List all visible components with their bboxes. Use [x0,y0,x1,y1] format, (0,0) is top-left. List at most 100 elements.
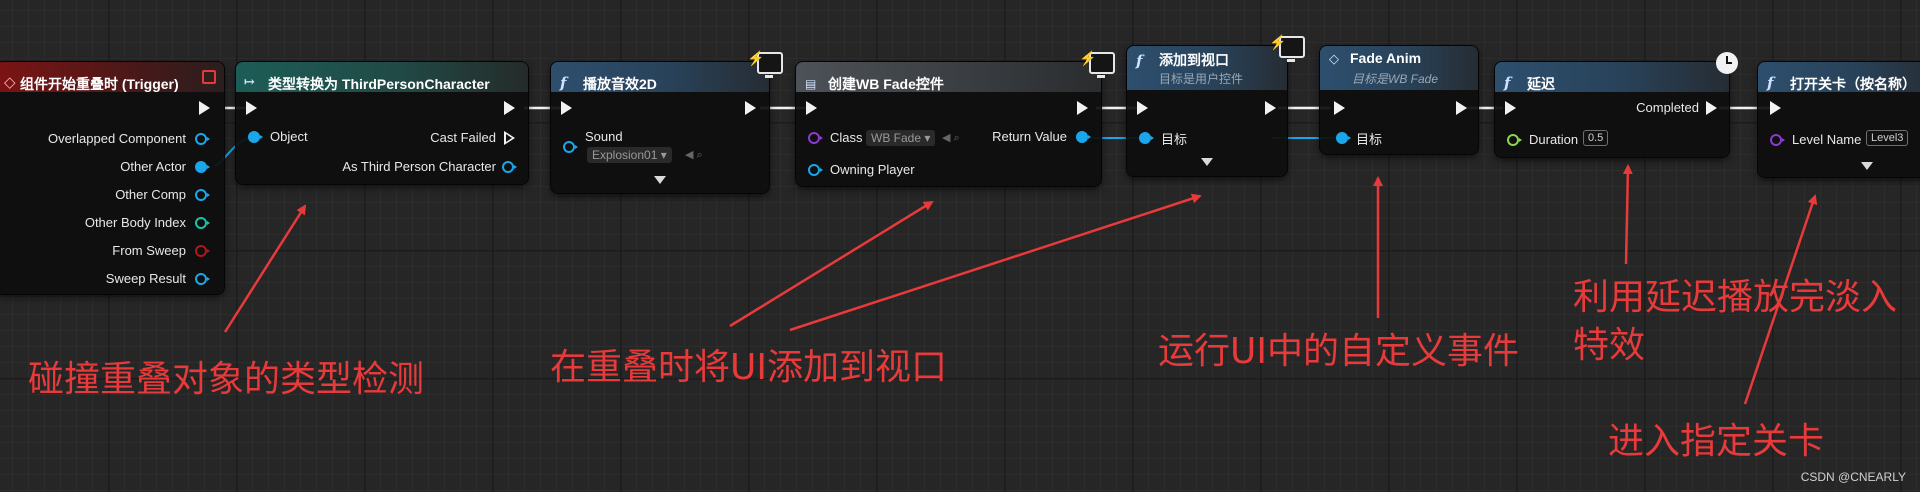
cast-icon: ↦ [244,75,255,90]
open-level-node[interactable]: f 打开关卡（按名称） Level Name Level3 [1758,62,1920,177]
cast-header[interactable]: ↦ 类型转换为 ThirdPersonCharacter [236,62,528,92]
exec-in-pin[interactable] [561,101,572,115]
pin-label: Other Body Index [84,215,186,230]
play-sound-header[interactable]: f 播放音效2D [551,62,769,92]
create-widget-node[interactable]: ▤ 创建WB Fade控件 Class WB Fade ▾ ◀ ⌕ Return… [796,62,1101,186]
class-dropdown[interactable]: WB Fade ▾ [866,130,936,146]
cast-node[interactable]: ↦ 类型转换为 ThirdPersonCharacter Object Cast… [236,62,528,184]
fade-anim-node[interactable]: ◇ Fade Anim 目标是WB Fade 目标 [1320,46,1478,154]
cast-failed-label: Cast Failed [430,130,496,145]
add-to-viewport-title: 添加到视口 [1159,52,1229,68]
duration-label: Duration [1529,132,1579,147]
exec-out-pin[interactable] [1456,101,1467,115]
browse-class-icon[interactable]: ◀ ⌕ [942,131,960,145]
open-level-title: 打开关卡（按名称） [1790,76,1916,92]
other-actor-pin[interactable] [195,161,210,173]
event-diamond-icon: ◇ [1329,52,1339,67]
target-label: 目标 [1356,132,1383,147]
from-sweep-pin[interactable] [195,245,210,257]
level-name-pin[interactable] [1770,134,1785,146]
create-widget-title: 创建WB Fade控件 [828,76,944,92]
class-value: WB Fade [871,131,922,145]
annotation-delay-fade-line1: 利用延迟播放完淡入 [1573,277,1898,318]
sweep-result-pin[interactable] [195,273,210,285]
add-to-viewport-subtitle: 目标是用户控件 [1159,72,1244,86]
annotation-add-ui: 在重叠时将UI添加到视口 [550,347,947,388]
add-to-viewport-header[interactable]: f 添加到视口 目标是用户控件 [1127,46,1287,90]
owning-player-label: Owning Player [830,162,915,177]
expand-arrow-icon[interactable] [1861,162,1873,170]
exec-out-pin[interactable] [199,101,210,115]
annotation-enter-level: 进入指定关卡 [1608,421,1825,462]
object-pin[interactable] [248,131,263,143]
annotation-delay-fade: 利用延迟播放完淡入 特效 [1573,274,1903,370]
sound-pin[interactable] [563,141,578,153]
delay-node[interactable]: f 延迟 Completed Duration 0.5 [1495,62,1729,157]
function-icon: f [1136,52,1143,70]
pin-label: From Sweep [112,243,186,258]
level-name-input[interactable]: Level3 [1866,130,1909,146]
target-label: 目标 [1161,132,1188,147]
overlap-event-title: 组件开始重叠时 (Trigger) [20,76,179,92]
exec-out-pin[interactable] [1265,101,1276,115]
overlap-event-node[interactable]: ◇ 组件开始重叠时 (Trigger) Overlapped Component… [0,62,224,294]
add-to-viewport-node[interactable]: f 添加到视口 目标是用户控件 目标 [1127,46,1287,176]
pin-label: Overlapped Component [47,131,186,146]
class-label: Class [830,130,863,145]
exec-in-pin[interactable] [1137,101,1148,115]
class-pin[interactable] [808,132,823,144]
exec-in-pin[interactable] [1770,101,1781,115]
duration-input[interactable]: 0.5 [1583,130,1609,146]
as-character-label: As Third Person Character [342,159,496,174]
pin-label: Other Comp [115,187,186,202]
overlap-event-header[interactable]: ◇ 组件开始重叠时 (Trigger) [0,62,224,92]
pin-label: Other Actor [120,159,186,174]
cast-failed-pin[interactable] [504,131,515,145]
cast-title: 类型转换为 ThirdPersonCharacter [268,76,490,92]
annotation-delay-fade-line2: 特效 [1573,325,1646,366]
delay-header[interactable]: f 延迟 [1495,62,1729,92]
sound-label: Sound [585,129,623,144]
latent-clock-icon [1716,52,1738,74]
exec-in-pin[interactable] [246,101,257,115]
duration-pin[interactable] [1507,134,1522,146]
exec-out-pin[interactable] [504,101,515,115]
as-character-pin[interactable] [502,161,517,173]
client-only-icon: ⚡ [747,50,783,78]
other-comp-pin[interactable] [195,189,210,201]
fade-anim-title: Fade Anim [1350,50,1422,66]
owning-player-pin[interactable] [808,164,823,176]
sound-asset-dropdown[interactable]: Explosion01 ▾ [587,147,672,163]
exec-in-pin[interactable] [1505,101,1516,115]
create-widget-header[interactable]: ▤ 创建WB Fade控件 [796,62,1101,92]
exec-out-pin[interactable] [1077,101,1088,115]
expand-arrow-icon[interactable] [654,176,666,184]
completed-label: Completed [1636,100,1699,115]
level-name-label: Level Name [1792,132,1862,147]
delegate-pin-icon[interactable] [202,70,216,84]
function-icon: f [1767,74,1774,92]
fade-anim-header[interactable]: ◇ Fade Anim 目标是WB Fade [1320,46,1478,90]
sound-asset-value: Explosion01 [592,148,658,162]
widget-icon: ▤ [805,77,817,91]
return-value-label: Return Value [992,129,1067,144]
other-body-index-pin[interactable] [195,217,210,229]
function-icon: f [560,74,567,92]
overlapped-component-pin[interactable] [195,133,210,145]
play-sound-node[interactable]: f 播放音效2D Sound Explosion01 ▾ ◀ ⌕ [551,62,769,193]
exec-in-pin[interactable] [1334,101,1345,115]
target-pin[interactable] [1139,132,1154,144]
completed-exec-pin[interactable] [1706,101,1717,115]
play-sound-title: 播放音效2D [583,76,657,92]
client-only-icon: ⚡ [1079,50,1115,78]
return-value-pin[interactable] [1076,131,1091,143]
target-pin[interactable] [1336,132,1351,144]
exec-in-pin[interactable] [806,101,817,115]
open-level-header[interactable]: f 打开关卡（按名称） [1758,62,1920,92]
browse-asset-icon[interactable]: ◀ ⌕ [685,148,703,162]
watermark: CSDN @CNEARLY [1800,470,1906,484]
expand-arrow-icon[interactable] [1201,158,1213,166]
exec-out-pin[interactable] [745,101,756,115]
client-only-icon: ⚡ [1269,34,1305,62]
event-diamond-icon: ◇ [4,73,16,91]
